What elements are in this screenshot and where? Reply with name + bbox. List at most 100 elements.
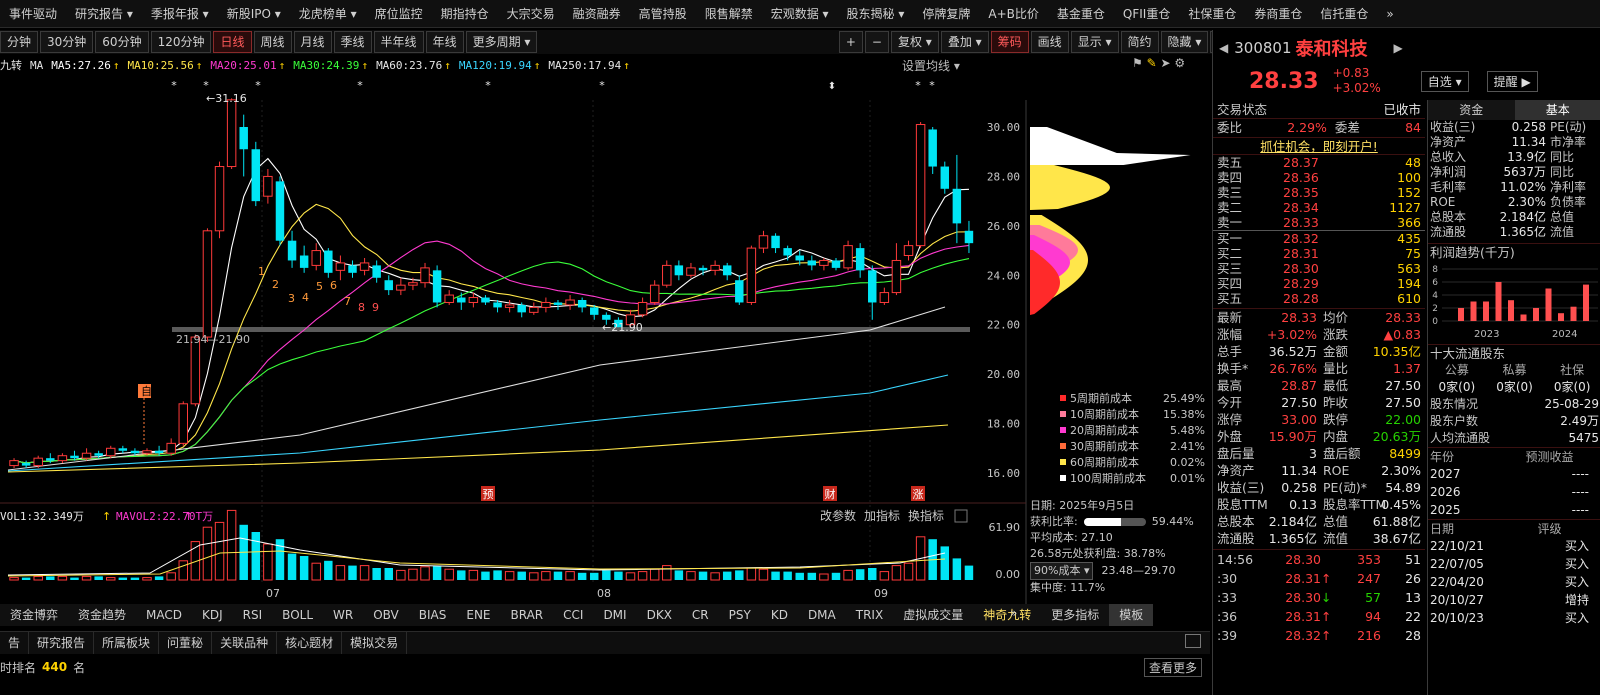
menu-item-15[interactable]: 基金重仓 bbox=[1048, 0, 1114, 28]
menu-item-5[interactable]: 席位监控 bbox=[366, 0, 432, 28]
indicator-tab-6[interactable]: WR bbox=[323, 604, 363, 626]
indicator-tab-14[interactable]: CR bbox=[682, 604, 719, 626]
tool-1[interactable]: − bbox=[864, 31, 889, 53]
menu-item-9[interactable]: 高管持股 bbox=[630, 0, 696, 28]
tool-0[interactable]: + bbox=[838, 31, 863, 53]
menu-item-6[interactable]: 期指持仓 bbox=[432, 0, 498, 28]
period-10[interactable]: 更多周期 ▾ bbox=[465, 31, 538, 53]
indicator-tab-18[interactable]: TRIX bbox=[846, 604, 893, 626]
indicator-tab-1[interactable]: 资金趋势 bbox=[68, 604, 136, 626]
menu-item-11[interactable]: 宏观数据 ▾ bbox=[762, 0, 838, 28]
ask-row[interactable]: 卖一 28.33 366 bbox=[1213, 215, 1425, 230]
open-account-link[interactable]: 抓住机会，即刻开户! bbox=[1213, 137, 1425, 155]
more-button[interactable]: 查看更多 bbox=[1143, 657, 1202, 677]
ask-row[interactable]: 卖二 28.34 1127 bbox=[1213, 200, 1425, 215]
indicator-tab-5[interactable]: BOLL bbox=[272, 604, 323, 626]
indicator-tab-12[interactable]: DMI bbox=[593, 604, 636, 626]
ask-row[interactable]: 卖五 28.37 48 bbox=[1213, 155, 1425, 170]
menu-item-20[interactable]: » bbox=[1377, 0, 1402, 28]
bid-row[interactable]: 买三 28.30 563 bbox=[1213, 261, 1425, 276]
cost-select[interactable]: 90%成本 ▾ bbox=[1030, 562, 1094, 580]
bid-row[interactable]: 买二 28.31 75 bbox=[1213, 246, 1425, 261]
period-6[interactable]: 月线 bbox=[293, 31, 332, 53]
bid-row[interactable]: 买四 28.29 194 bbox=[1213, 276, 1425, 291]
indicator-tab-7[interactable]: OBV bbox=[363, 604, 409, 626]
menu-item-13[interactable]: 停牌复牌 bbox=[913, 0, 979, 28]
period-8[interactable]: 半年线 bbox=[373, 31, 424, 53]
tool-3[interactable]: 叠加 ▾ bbox=[940, 31, 989, 53]
prev-stock-icon[interactable]: ◀ bbox=[1219, 41, 1228, 55]
bid-row[interactable]: 买一 28.32 435 bbox=[1213, 231, 1425, 246]
fund-tab-0[interactable]: 资金 bbox=[1428, 100, 1515, 120]
ask-row[interactable]: 卖三 28.35 152 bbox=[1213, 185, 1425, 200]
flag-icon[interactable]: ⚑ bbox=[1132, 56, 1143, 70]
menu-item-14[interactable]: A+B比价 bbox=[979, 0, 1048, 28]
period-4[interactable]: 日线 bbox=[213, 31, 252, 53]
kline-chart[interactable]: 30.0028.0026.0024.0022.0020.0018.0016.00… bbox=[0, 75, 1210, 605]
tool-6[interactable]: 显示 ▾ bbox=[1070, 31, 1119, 53]
menu-item-18[interactable]: 券商重仓 bbox=[1245, 0, 1311, 28]
indicator-tab-9[interactable]: ENE bbox=[456, 604, 500, 626]
scroll-right-icon[interactable]: » bbox=[1010, 606, 1017, 620]
period-5[interactable]: 周线 bbox=[253, 31, 292, 53]
fund-tab-1[interactable]: 基本 bbox=[1514, 100, 1600, 120]
indicator-tab-2[interactable]: MACD bbox=[136, 604, 192, 626]
menu-item-19[interactable]: 信托重仓 bbox=[1311, 0, 1377, 28]
tool-8[interactable]: 隐藏 ▾ bbox=[1160, 31, 1209, 53]
indicator-tab-11[interactable]: CCI bbox=[553, 604, 593, 626]
tool-7[interactable]: 简约 bbox=[1120, 31, 1159, 53]
period-9[interactable]: 年线 bbox=[425, 31, 464, 53]
period-3[interactable]: 120分钟 bbox=[150, 31, 212, 53]
bid-row[interactable]: 买五 28.28 610 bbox=[1213, 291, 1425, 306]
period-1[interactable]: 30分钟 bbox=[40, 31, 94, 53]
indicator-tab-4[interactable]: RSI bbox=[233, 604, 273, 626]
tool-4[interactable]: 筹码 bbox=[990, 31, 1029, 53]
indicator-tab-10[interactable]: BRAR bbox=[501, 604, 554, 626]
bottom-tab-4[interactable]: 关联品种 bbox=[212, 632, 278, 654]
tool-5[interactable]: 画线 bbox=[1030, 31, 1069, 53]
period-7[interactable]: 季线 bbox=[333, 31, 372, 53]
indicator-tab-22[interactable]: 模板 bbox=[1109, 604, 1154, 626]
bottom-tab-6[interactable]: 模拟交易 bbox=[342, 632, 408, 654]
bottom-tab-5[interactable]: 核心题材 bbox=[277, 632, 343, 654]
menu-item-12[interactable]: 股东揭秘 ▾ bbox=[838, 0, 914, 28]
watchlist-button[interactable]: 自选 ▾ bbox=[1420, 70, 1469, 92]
indicator-tab-13[interactable]: DKX bbox=[637, 604, 682, 626]
ask-row[interactable]: 卖四 28.36 100 bbox=[1213, 170, 1425, 185]
pen-icon[interactable]: ✎ bbox=[1147, 56, 1157, 70]
menu-item-1[interactable]: 研究报告 ▾ bbox=[66, 0, 142, 28]
menu-item-4[interactable]: 龙虎榜单 ▾ bbox=[290, 0, 366, 28]
menu-item-2[interactable]: 季报年报 ▾ bbox=[142, 0, 218, 28]
menu-item-10[interactable]: 限售解禁 bbox=[696, 0, 762, 28]
menu-item-17[interactable]: 社保重仓 bbox=[1179, 0, 1245, 28]
window-icon[interactable] bbox=[1185, 634, 1201, 648]
bottom-tab-1[interactable]: 研究报告 bbox=[29, 632, 95, 654]
indicator-tab-15[interactable]: PSY bbox=[719, 604, 761, 626]
gear-icon[interactable]: ⚙ bbox=[1174, 56, 1185, 70]
indicator-tab-19[interactable]: 虚拟成交量 bbox=[893, 604, 973, 626]
ma-setup-button[interactable]: 设置均线 ▾ bbox=[902, 57, 960, 74]
period-0[interactable]: 分钟 bbox=[0, 31, 39, 53]
pointer-icon[interactable]: ➤ bbox=[1160, 56, 1170, 70]
bottom-tab-2[interactable]: 所属板块 bbox=[94, 632, 160, 654]
vol-bar bbox=[57, 575, 68, 581]
tool-2[interactable]: 复权 ▾ bbox=[890, 31, 939, 53]
menu-item-3[interactable]: 新股IPO ▾ bbox=[218, 0, 290, 28]
indicator-tab-17[interactable]: DMA bbox=[798, 604, 846, 626]
next-stock-icon[interactable]: ▶ bbox=[1394, 41, 1403, 55]
bottom-tab-3[interactable]: 问董秘 bbox=[159, 632, 213, 654]
menu-item-8[interactable]: 融资融券 bbox=[564, 0, 630, 28]
period-2[interactable]: 60分钟 bbox=[95, 31, 149, 53]
chart-mini-icons[interactable]: ⚑ ✎ ➤ ⚙ bbox=[1132, 56, 1185, 70]
indicator-tab-3[interactable]: KDJ bbox=[192, 604, 233, 626]
indicator-tab-21[interactable]: 更多指标 bbox=[1041, 604, 1109, 626]
bottom-tab-0[interactable]: 告 bbox=[0, 632, 30, 654]
menu-item-16[interactable]: QFII重仓 bbox=[1114, 0, 1179, 28]
indicator-tab-20[interactable]: 神奇九转 bbox=[973, 604, 1041, 626]
menu-item-0[interactable]: 事件驱动 bbox=[0, 0, 66, 28]
indicator-tab-0[interactable]: 资金博弈 bbox=[0, 604, 68, 626]
indicator-tab-8[interactable]: BIAS bbox=[409, 604, 457, 626]
remind-button[interactable]: 提醒 ▶ bbox=[1486, 70, 1538, 92]
menu-item-7[interactable]: 大宗交易 bbox=[498, 0, 564, 28]
indicator-tab-16[interactable]: KD bbox=[761, 604, 798, 626]
